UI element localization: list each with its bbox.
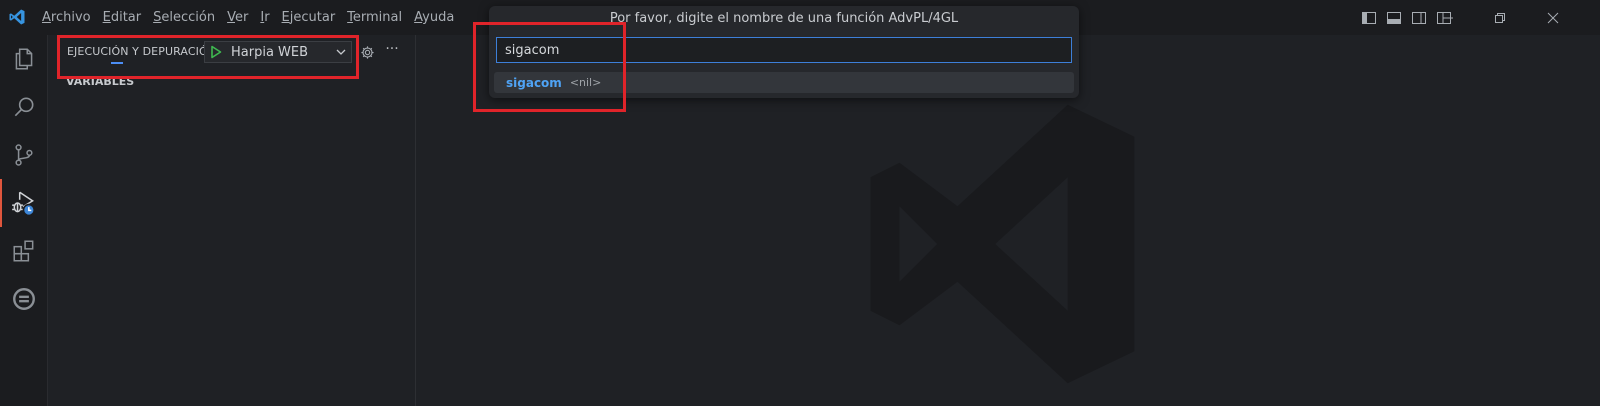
menu-terminal[interactable]: Terminal xyxy=(341,7,408,29)
sidebar-layout-icon xyxy=(1361,11,1376,24)
activity-totvs[interactable] xyxy=(0,275,48,323)
launch-config-name: Harpia WEB xyxy=(231,44,309,60)
explorer-icon xyxy=(15,48,33,70)
restore-icon xyxy=(1495,12,1505,23)
source-control-icon xyxy=(15,144,33,166)
menu-seleccion[interactable]: Selección xyxy=(147,7,221,29)
activity-source-control[interactable] xyxy=(0,131,48,179)
quick-pick-item[interactable]: sigacom <nil> xyxy=(494,72,1074,93)
more-actions-button[interactable]: ··· xyxy=(383,42,401,61)
activity-extensions[interactable] xyxy=(0,227,48,275)
launch-config-dropdown[interactable] xyxy=(331,42,351,62)
close-button[interactable] xyxy=(1530,0,1576,35)
tab-indicator xyxy=(111,62,123,64)
minimize-button[interactable] xyxy=(1425,0,1471,35)
close-icon xyxy=(1547,12,1559,23)
quick-pick-item-label: sigacom xyxy=(506,75,562,90)
run-debug-icon xyxy=(12,191,36,217)
activity-search[interactable] xyxy=(0,83,48,131)
menu-ver[interactable]: Ver xyxy=(221,7,254,29)
start-debugging-button[interactable] xyxy=(205,42,227,62)
gear-icon xyxy=(360,45,374,59)
chevron-down-icon xyxy=(336,49,346,55)
quick-input-widget: Por favor, digite el nombre de una funci… xyxy=(489,6,1079,98)
menu-ayuda[interactable]: Ayuda xyxy=(408,7,460,29)
toggle-primary-sidebar-button[interactable] xyxy=(1360,9,1377,26)
open-launch-json-button[interactable] xyxy=(358,43,376,61)
menu-bar: Archivo Editar Selección Ver Ir Ejecutar… xyxy=(36,0,460,35)
variables-section-header[interactable]: VARIABLES xyxy=(48,71,416,91)
activity-run-debug[interactable] xyxy=(0,179,48,227)
extensions-icon xyxy=(13,240,34,262)
play-icon xyxy=(211,45,222,59)
activity-bar xyxy=(0,35,48,406)
debug-header: EJECUCIÓN Y DEPURACIÓN Harpia WEB ··· xyxy=(48,35,416,69)
quick-pick-item-description: <nil> xyxy=(569,76,602,89)
restore-button[interactable] xyxy=(1477,0,1523,35)
launch-config-select[interactable]: Harpia WEB xyxy=(204,41,352,63)
menu-archivo[interactable]: Archivo xyxy=(36,7,97,29)
menu-ir[interactable]: Ir xyxy=(254,7,275,29)
menu-ejecutar[interactable]: Ejecutar xyxy=(276,7,342,29)
debug-view-title: EJECUCIÓN Y DEPURACIÓN xyxy=(67,45,217,58)
debug-sidebar: EJECUCIÓN Y DEPURACIÓN Harpia WEB ··· VA… xyxy=(48,35,416,406)
function-name-input[interactable] xyxy=(496,37,1072,63)
toggle-panel-button[interactable] xyxy=(1385,9,1402,26)
variables-label: VARIABLES xyxy=(66,74,135,88)
quick-input-title: Por favor, digite el nombre de una funci… xyxy=(609,11,959,26)
minimize-icon xyxy=(1443,17,1453,18)
search-icon xyxy=(14,97,34,117)
vscode-logo-icon xyxy=(9,9,25,25)
totvs-icon xyxy=(13,288,35,310)
activity-explorer[interactable] xyxy=(0,35,48,83)
menu-editar[interactable]: Editar xyxy=(97,7,148,29)
panel-layout-icon xyxy=(1386,11,1401,24)
vscode-watermark-icon xyxy=(870,104,1135,384)
